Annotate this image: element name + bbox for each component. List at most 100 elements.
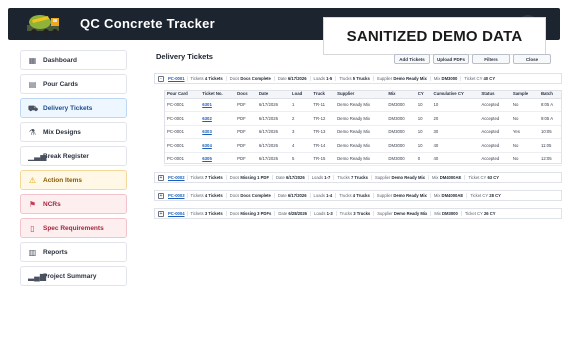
sidebar-item-pour-cards[interactable]: ▤ Pour Cards	[20, 74, 127, 94]
cell-pour-card: PC-0001	[164, 138, 200, 153]
cell-truck: TR-13	[310, 125, 335, 139]
ticket-link[interactable]: 6301	[199, 98, 235, 112]
app-title: QC Concrete Tracker	[80, 16, 216, 31]
cell-load: 3	[289, 125, 311, 139]
close-button[interactable]: Close	[513, 54, 551, 64]
sidebar-item-action-items[interactable]: ⚠ Action Items	[20, 170, 127, 190]
column-header[interactable]: Supplier	[334, 90, 386, 99]
sidebar-item-spec-requirements[interactable]: ▯ Spec Requirements	[20, 218, 127, 238]
pour-card-link[interactable]: PC-0004	[168, 211, 185, 216]
pour-card-link[interactable]: PC-0003	[168, 193, 185, 198]
sidebar-item-label: Project Summary	[43, 272, 97, 280]
cell-cumulative-cy: 30	[430, 125, 479, 139]
upload-pdfs-button[interactable]: Upload PDFs	[433, 54, 469, 64]
spec-doc-icon: ▯	[30, 224, 35, 233]
column-header[interactable]: CY	[414, 90, 431, 99]
column-header[interactable]: Date	[255, 90, 289, 99]
group-trucks: Trucks 3 Trucks	[335, 211, 374, 216]
sidebar-item-delivery-tickets[interactable]: ⛟ Delivery Tickets	[20, 98, 127, 118]
clipboard-icon: ▤	[28, 80, 37, 89]
expand-toggle[interactable]: +	[158, 192, 164, 199]
cell-date: 6/17/2026	[255, 98, 289, 112]
sidebar-item-ncrs[interactable]: ⚑ NCRs	[20, 194, 127, 214]
dashboard-icon: ▦	[28, 56, 37, 65]
column-header[interactable]: Mix	[385, 90, 415, 99]
column-header[interactable]: Cumulative CY	[430, 90, 479, 99]
pour-card-group[interactable]: + PC-0003 Tickets 4 Tickets Docs Docs Co…	[154, 190, 562, 201]
cell-docs[interactable]: PDF	[234, 138, 256, 153]
column-header[interactable]: Sample	[509, 90, 538, 99]
summary-chart-icon: ▂▄▆	[28, 272, 46, 281]
cell-cumulative-cy: 20	[430, 111, 479, 126]
group-docs: Docs Docs Complete	[225, 193, 274, 198]
cell-truck: TR-11	[310, 98, 335, 112]
group-trucks: Trucks 7 Trucks	[333, 175, 371, 180]
table-row[interactable]: PC-0001 6302 PDF 6/17/2026 2 TR-12 Demo …	[164, 111, 562, 126]
pour-card-link[interactable]: PC-0001	[168, 76, 185, 81]
cell-mix: DM3000	[385, 98, 415, 112]
ticket-link[interactable]: 6303	[199, 125, 235, 139]
cell-docs[interactable]: PDF	[234, 111, 256, 126]
cell-load: 2	[289, 111, 311, 126]
ticket-link[interactable]: 6302	[199, 111, 235, 126]
table-row[interactable]: PC-0001 6303 PDF 6/17/2026 3 TR-13 Demo …	[164, 125, 562, 139]
cell-docs[interactable]: PDF	[234, 125, 256, 139]
sidebar-item-mix-designs[interactable]: ⚗ Mix Designs	[20, 122, 127, 142]
column-header[interactable]: Truck	[310, 90, 335, 99]
cell-sample: Yes	[509, 125, 538, 139]
sidebar-item-dashboard[interactable]: ▦ Dashboard	[20, 50, 127, 70]
column-header[interactable]: Status	[478, 90, 510, 99]
group-tickets: Tickets 4 Tickets	[186, 193, 226, 198]
cell-status: Accepted	[478, 138, 510, 153]
column-header[interactable]: Pour Card	[164, 90, 200, 99]
pour-card-group[interactable]: + PC-0004 Tickets 3 Tickets Docs Missing…	[154, 208, 562, 219]
group-tickets: Tickets 7 Tickets	[186, 175, 226, 180]
column-header[interactable]: Ticket No.	[199, 90, 235, 99]
table-row[interactable]: PC-0001 6304 PDF 6/17/2026 4 TR-14 Demo …	[164, 138, 562, 153]
add-tickets-button[interactable]: Add Tickets	[394, 54, 430, 64]
cell-docs[interactable]: PDF	[234, 152, 256, 166]
cell-status: Accepted	[478, 125, 510, 139]
collapse-toggle[interactable]: -	[158, 75, 164, 82]
pour-card-link[interactable]: PC-0002	[168, 175, 185, 180]
group-supplier: Supplier Demo Ready Mix	[373, 211, 430, 216]
table-row[interactable]: PC-0001 6305 PDF 6/17/2026 5 TR-15 Demo …	[164, 152, 562, 166]
ticket-link[interactable]: 6305	[199, 152, 235, 166]
group-mix: Mix DM4000AE	[428, 175, 464, 180]
sidebar-item-reports[interactable]: ▥ Reports	[20, 242, 127, 262]
cell-mix: DM3000	[385, 138, 415, 153]
expand-toggle[interactable]: +	[158, 174, 164, 181]
cell-cumulative-cy: 40	[430, 152, 479, 166]
cell-batch: 10:05	[537, 125, 562, 139]
cell-sample: No	[509, 98, 538, 112]
group-mix: Mix DM4000AE	[429, 193, 466, 198]
column-header[interactable]: Batch	[537, 90, 562, 99]
group-date: Date 6/17/2026	[273, 76, 310, 81]
cell-docs[interactable]: PDF	[234, 98, 256, 112]
expand-toggle[interactable]: +	[158, 210, 164, 217]
group-loads: Loads 1-3	[310, 211, 336, 216]
sidebar-item-break-register[interactable]: ▁▃▅ Break Register	[20, 146, 127, 166]
sidebar-item-project-summary[interactable]: ▂▄▆ Project Summary	[20, 266, 127, 286]
table-row[interactable]: PC-0001 6301 PDF 6/17/2026 1 TR-11 Demo …	[164, 98, 562, 112]
group-date: Date 6/17/2026	[272, 175, 308, 180]
group-docs: Docs Missing 1 PDF	[225, 175, 272, 180]
cell-status: Accepted	[478, 152, 510, 166]
sidebar-item-label: Spec Requirements	[43, 224, 104, 232]
column-header[interactable]: Load	[289, 90, 311, 99]
sidebar-item-label: Mix Designs	[43, 128, 81, 136]
sidebar-nav: ▦ Dashboard ▤ Pour Cards ⛟ Delivery Tick…	[20, 50, 127, 290]
group-tickets: Tickets 3 Tickets	[186, 211, 226, 216]
cell-supplier: Demo Ready Mix	[334, 98, 386, 112]
cell-sample: No	[509, 111, 538, 126]
pour-card-group[interactable]: + PC-0002 Tickets 7 Tickets Docs Missing…	[154, 172, 562, 183]
column-header[interactable]: Docs	[234, 90, 256, 99]
group-supplier: Supplier Demo Ready Mix	[372, 193, 430, 198]
pour-card-group[interactable]: - PC-0001 Tickets 4 Tickets Docs Docs Co…	[154, 73, 562, 84]
ticket-link[interactable]: 6304	[199, 138, 235, 153]
cell-batch: 12:05	[537, 152, 562, 166]
filters-button[interactable]: Filters	[472, 54, 510, 64]
cell-cy: 10	[414, 138, 431, 153]
cell-sample: No	[509, 152, 538, 166]
cell-pour-card: PC-0001	[164, 125, 200, 139]
